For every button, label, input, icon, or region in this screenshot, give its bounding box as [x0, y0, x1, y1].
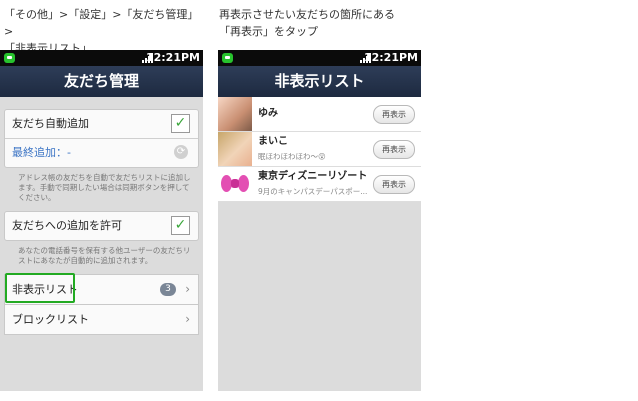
page-title: 友だち管理	[0, 66, 203, 97]
line-app-icon	[4, 53, 15, 63]
status-clock: 12:21PM	[145, 51, 200, 64]
pink-bow-icon	[221, 173, 249, 195]
status-bar: 12:21PM	[218, 50, 421, 66]
friend-row: 東京ディズニーリゾート 9月のキャンパスデーパスポー... 再表示	[218, 167, 421, 202]
friend-name: まいこ	[258, 136, 288, 147]
allow-add-card: 友だちへの追加を許可 ✓	[4, 211, 199, 241]
friend-status: 眠ほわほわほわ～😲	[258, 152, 326, 161]
avatar	[218, 167, 252, 201]
auto-add-card: 友だち自動追加 ✓ 最終追加：- ⟳	[4, 109, 199, 168]
page-title: 非表示リスト	[218, 66, 421, 97]
friend-name: 東京ディズニーリゾート	[258, 171, 368, 182]
chevron-right-icon: ›	[185, 312, 190, 326]
status-clock: 12:21PM	[363, 51, 418, 64]
status-bar: 12:21PM	[0, 50, 203, 66]
avatar	[218, 132, 252, 166]
block-list-label: ブロックリスト	[12, 313, 89, 326]
friend-name: ゆみ	[258, 108, 278, 119]
chevron-right-icon: ›	[185, 282, 190, 296]
auto-add-row[interactable]: 友だち自動追加 ✓	[5, 110, 198, 138]
last-added-label: 最終追加：-	[12, 146, 71, 159]
allow-add-row[interactable]: 友だちへの追加を許可 ✓	[5, 212, 198, 240]
hidden-list-highlight	[5, 273, 75, 303]
right-caption-line2: 「再表示」をタップ	[219, 25, 318, 38]
reshow-button[interactable]: 再表示	[373, 140, 415, 159]
auto-add-note: アドレス帳の友だちを自動で友だちリストに追加します。手動で同期したい場合は同期ボ…	[18, 173, 191, 202]
friend-row: ゆみ 再表示	[218, 97, 421, 132]
left-caption-line1: 「その他」>「設定」>「友だち管理」>	[4, 8, 199, 38]
hidden-count-badge: 3	[160, 283, 176, 296]
reshow-button[interactable]: 再表示	[373, 105, 415, 124]
sync-refresh-icon[interactable]: ⟳	[174, 145, 188, 159]
last-added-row: 最終追加：- ⟳	[5, 138, 198, 167]
right-caption: 再表示させたい友だちの箇所にある 「再表示」をタップ	[219, 6, 439, 40]
block-list-item[interactable]: ブロックリスト ›	[4, 305, 199, 335]
line-app-icon	[222, 53, 233, 63]
auto-add-checkbox[interactable]: ✓	[171, 114, 190, 133]
friend-status: 9月のキャンパスデーパスポー...	[258, 187, 368, 196]
friends-management-screen: 12:21PM 友だち管理 友だち自動追加 ✓ 最終追加：- ⟳ アドレス帳の友…	[0, 50, 203, 391]
reshow-button[interactable]: 再表示	[373, 175, 415, 194]
hidden-friends-list: ゆみ 再表示 まいこ 眠ほわほわほわ～😲 再表示 東京ディズニーリゾート 9月の…	[218, 97, 421, 202]
allow-add-note: あなたの電話番号を保有する他ユーザーの友だちリストにあなたが自動的に追加されます…	[18, 246, 191, 265]
hidden-list-screen: 12:21PM 非表示リスト ゆみ 再表示 まいこ 眠ほわほわほわ～😲 再表示 …	[218, 50, 421, 391]
friend-row: まいこ 眠ほわほわほわ～😲 再表示	[218, 132, 421, 167]
allow-add-checkbox[interactable]: ✓	[171, 216, 190, 235]
right-caption-line1: 再表示させたい友だちの箇所にある	[219, 8, 395, 21]
allow-add-label: 友だちへの追加を許可	[12, 219, 122, 232]
auto-add-label: 友だち自動追加	[12, 117, 89, 130]
avatar	[218, 97, 252, 131]
